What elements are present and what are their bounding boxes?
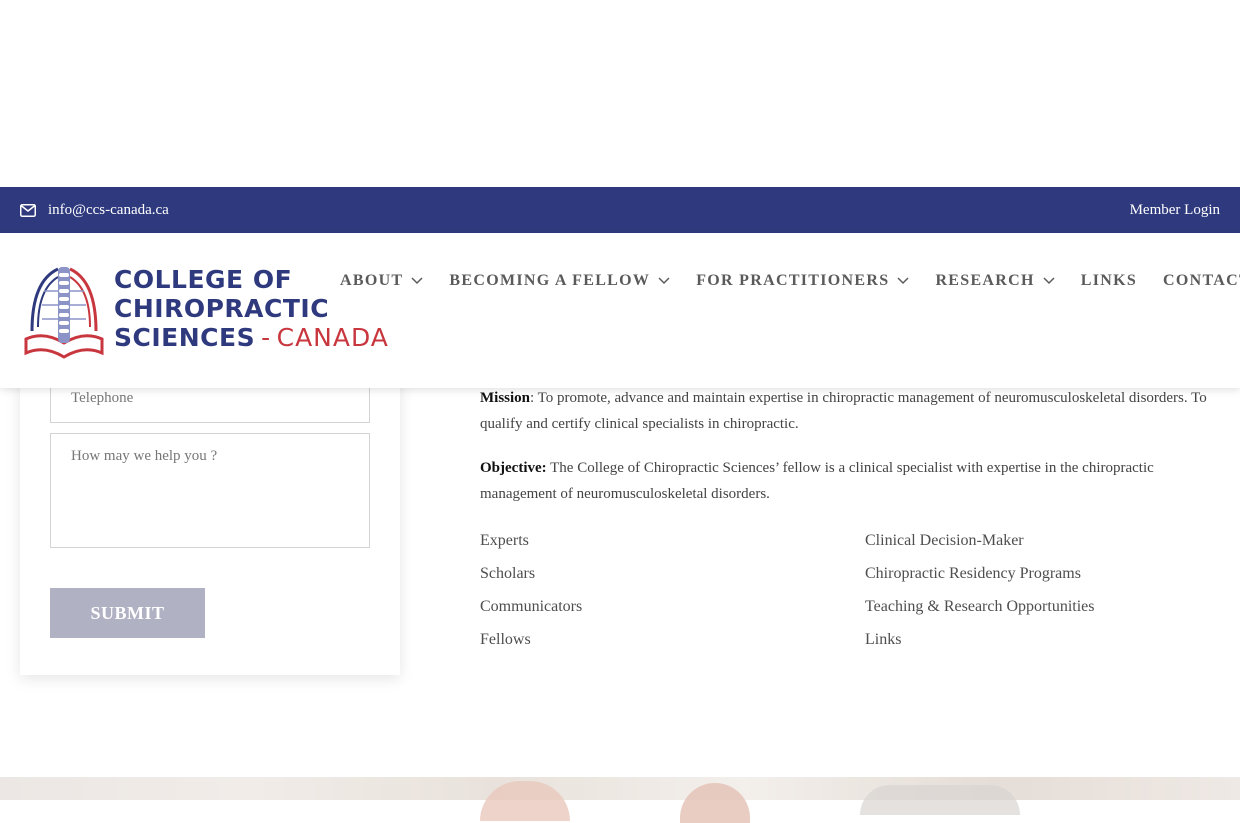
nav-item-about[interactable]: ABOUT [340,272,423,290]
mission-label: Mission [480,390,531,406]
main-nav: ABOUT BECOMING A FELLOW FOR PRACTITIONER… [340,272,1240,290]
quick-links-right: Clinical Decision-Maker Chiropractic Res… [865,524,1094,656]
site-logo[interactable]: COLLEGE OF CHIROPRACTIC SCIENCES - CANADA [24,261,394,361]
chevron-down-icon [411,277,423,285]
message-placeholder: How may we help you ? [71,448,218,464]
submit-button[interactable]: SUBMIT [50,588,205,638]
nav-item-links[interactable]: LINKS [1081,272,1137,290]
hero-image-detail [860,785,1020,815]
link-teaching-research-opportunities[interactable]: Teaching & Research Opportunities [865,590,1094,623]
envelope-icon [20,203,36,217]
member-login-link[interactable]: Member Login [1130,202,1220,219]
nav-item-label: CONTACT [1163,272,1240,289]
nav-item-research[interactable]: RESEARCH [935,272,1055,290]
logo-line-3-main: SCIENCES [114,323,256,352]
chevron-down-icon [1043,277,1055,285]
nav-item-for-practitioners[interactable]: FOR PRACTITIONERS [696,272,909,290]
chevron-down-icon [658,277,670,285]
about-content: Mission: To promote, advance and maintai… [480,385,1215,525]
objective-label: Objective: [480,460,547,476]
link-scholars[interactable]: Scholars [480,557,582,590]
logo-line-3: SCIENCES - CANADA [114,323,389,352]
hero-image-detail [480,781,570,821]
nav-item-label: FOR PRACTITIONERS [696,272,890,289]
telephone-placeholder: Telephone [71,390,134,406]
site-header: COLLEGE OF CHIROPRACTIC SCIENCES - CANADA … [0,233,1240,388]
link-communicators[interactable]: Communicators [480,590,582,623]
logo-line-2: CHIROPRACTIC [114,294,330,323]
link-clinical-decision-maker[interactable]: Clinical Decision-Maker [865,524,1094,557]
objective-paragraph: Objective: The College of Chiropractic S… [480,455,1215,507]
spine-emblem-icon [24,267,104,359]
mission-paragraph: Mission: To promote, advance and maintai… [480,385,1215,437]
nav-item-contact[interactable]: CONTACT [1163,272,1240,290]
nav-item-becoming-a-fellow[interactable]: BECOMING A FELLOW [449,272,670,290]
message-field[interactable]: How may we help you ? [50,433,370,548]
logo-dash: - [261,323,271,352]
link-experts[interactable]: Experts [480,524,582,557]
nav-item-label: BECOMING A FELLOW [449,272,651,289]
contact-email[interactable]: info@ccs-canada.ca [20,202,169,219]
link-links[interactable]: Links [865,623,1094,656]
hero-image-detail [680,783,750,823]
nav-item-label: LINKS [1080,272,1138,289]
nav-item-label: ABOUT [340,272,404,289]
link-fellows[interactable]: Fellows [480,623,582,656]
mission-text: : To promote, advance and maintain exper… [480,390,1207,432]
nav-item-label: RESEARCH [935,272,1035,289]
top-bar: info@ccs-canada.ca Member Login [0,187,1240,233]
contact-email-text[interactable]: info@ccs-canada.ca [48,202,169,219]
quick-links-left: Experts Scholars Communicators Fellows [480,524,582,656]
hero-image [0,777,1240,823]
chevron-down-icon [897,277,909,285]
logo-canada: CANADA [276,323,389,352]
objective-text: The College of Chiropractic Sciences’ fe… [480,460,1154,502]
link-chiropractic-residency-programs[interactable]: Chiropractic Residency Programs [865,557,1094,590]
